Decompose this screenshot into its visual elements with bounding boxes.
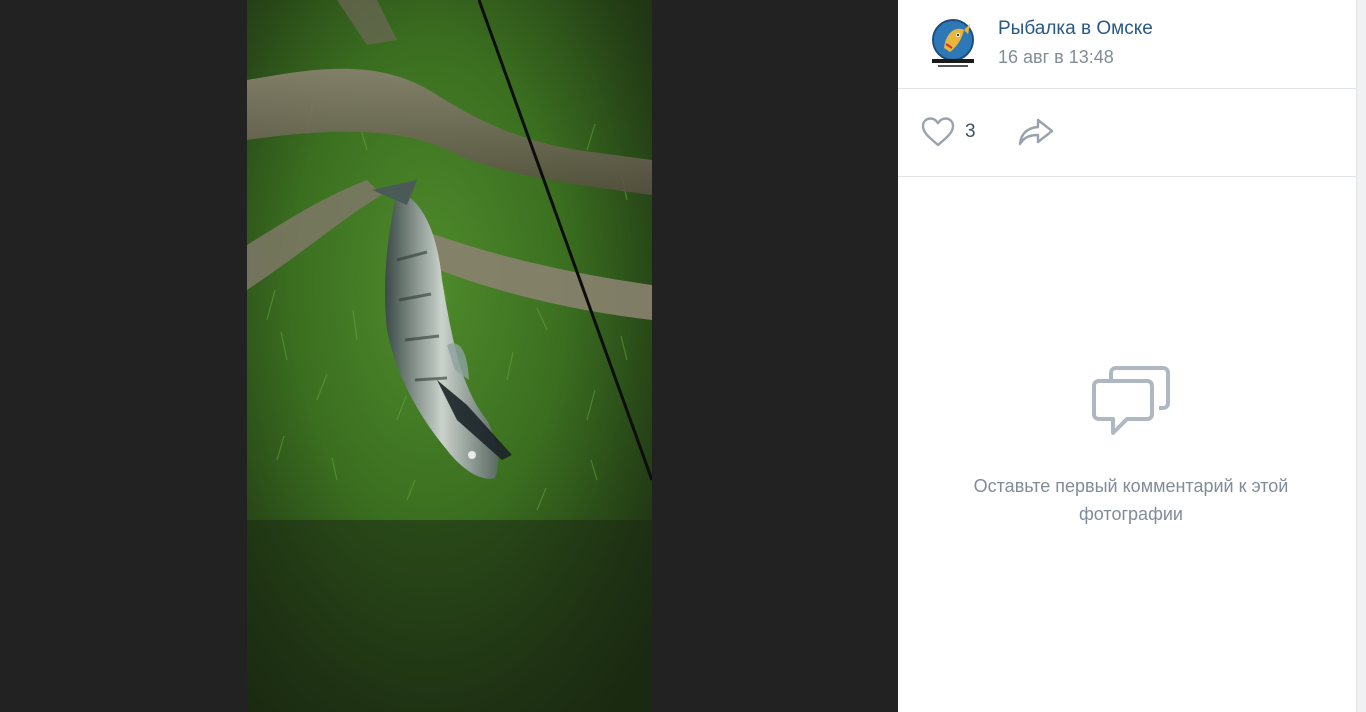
post-photo[interactable] [247, 0, 652, 712]
fish-logo-icon [932, 19, 974, 67]
sidebar-scrollbar[interactable] [1356, 0, 1366, 712]
post-sidebar: Рыбалка в Омске 16 авг в 13:48 3 Оставьт… [898, 0, 1366, 712]
post-header: Рыбалка в Омске 16 авг в 13:48 [898, 0, 1356, 89]
comments-empty-text: Оставьте первый комментарий к этой фотог… [973, 476, 1289, 524]
like-count: 3 [965, 121, 976, 142]
comments-empty-state: Оставьте первый комментарий к этой фотог… [898, 177, 1356, 712]
like-button[interactable]: 3 [920, 114, 976, 150]
post-actions: 3 [898, 89, 1356, 177]
photo-viewer [0, 0, 898, 712]
heart-icon [921, 117, 955, 147]
comment-bubbles-icon [1091, 365, 1171, 439]
share-button[interactable] [1016, 115, 1056, 149]
post-date[interactable]: 16 авг в 13:48 [998, 45, 1114, 69]
share-arrow-icon [1018, 118, 1054, 146]
community-avatar[interactable] [924, 14, 982, 72]
community-name-link[interactable]: Рыбалка в Омске [998, 17, 1153, 41]
photo-fish-on-grass [247, 0, 652, 712]
